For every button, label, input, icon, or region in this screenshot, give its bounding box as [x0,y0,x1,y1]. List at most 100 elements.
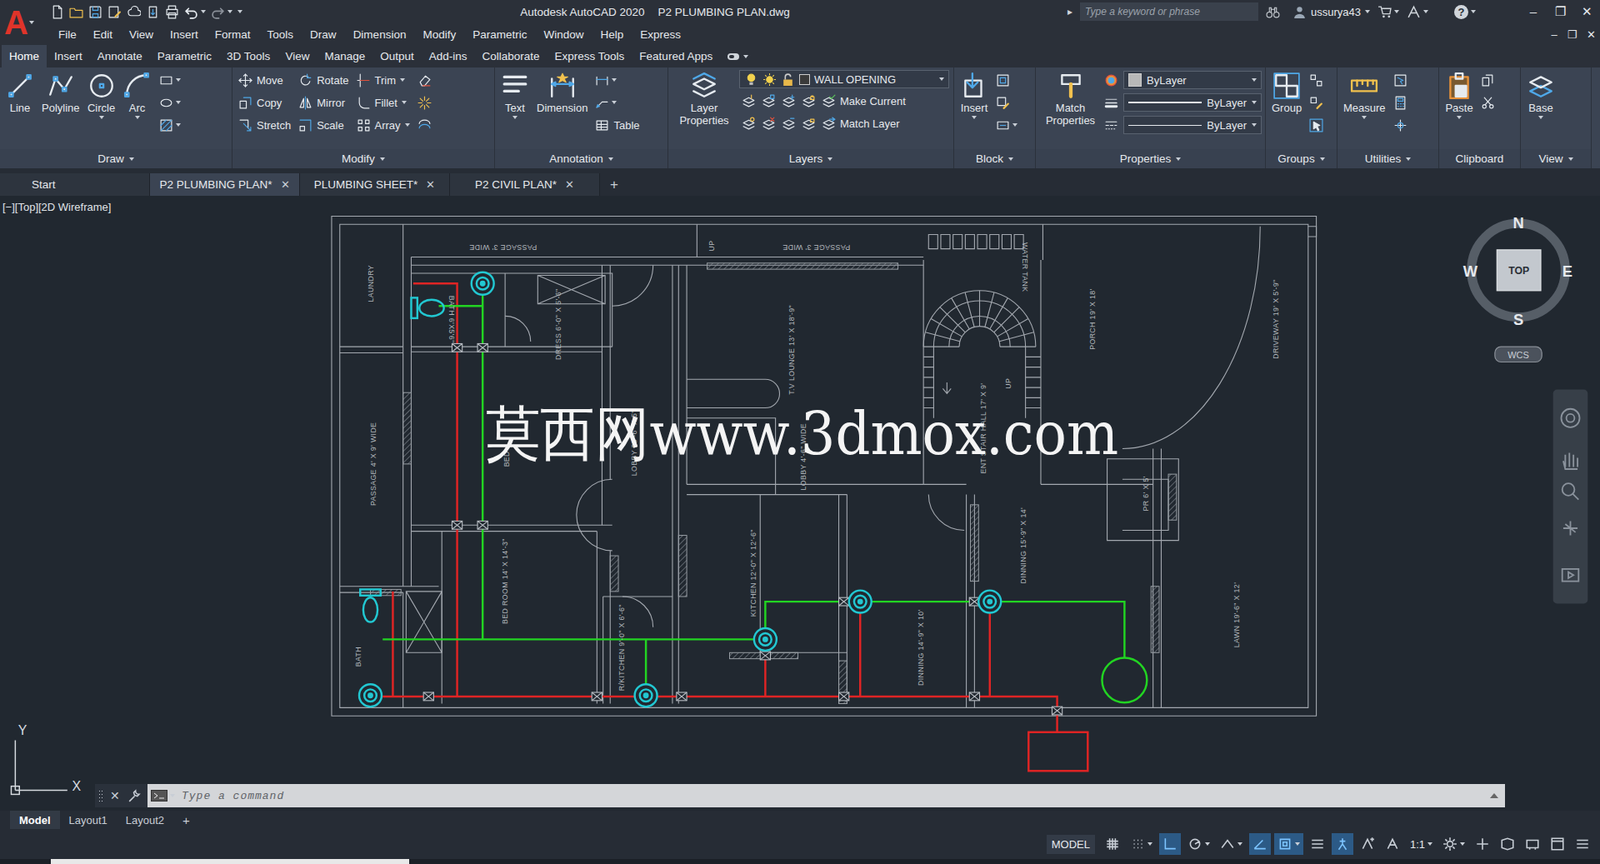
layout-tab[interactable]: Layout1 [60,810,117,830]
viewport-controls[interactable]: [−][Top][2D Wireframe] [2,200,111,214]
dropdown-caret[interactable] [611,100,617,105]
dropdown-caret[interactable] [99,115,105,120]
search-expand[interactable]: ▸ [1067,5,1073,18]
dropdown-caret[interactable] [1251,100,1257,105]
new-layout-button[interactable]: + [173,810,200,830]
ribbon-tool[interactable]: Copy [235,92,294,113]
navigation-bar[interactable] [1553,390,1589,605]
dropdown-caret[interactable] [512,115,518,120]
ribbon-icon-button[interactable] [1306,92,1326,113]
command-input[interactable]: Type a command [147,784,1505,808]
ribbon-button[interactable]: Paste [1442,70,1476,121]
quick-access-button[interactable] [107,5,122,20]
ribbon-button[interactable]: Match Properties [1039,70,1102,129]
window-control-button[interactable]: ❐ [1546,4,1574,20]
ribbon-icon-button[interactable] [739,113,759,134]
window-control-button[interactable]: – [1520,4,1547,20]
layer-dropdown[interactable]: WALL OPENING [739,70,950,89]
menu-item[interactable]: View [120,28,162,41]
ribbon-tab[interactable]: Home [1,45,47,68]
close-command-line-button[interactable]: ✕ [110,789,120,803]
ribbon-icon-button[interactable] [1478,92,1498,113]
ribbon-button[interactable]: Insert [957,70,991,121]
ribbon-tool[interactable]: Mirror [295,92,351,113]
document-control-button[interactable]: – [1545,28,1564,41]
status-tool[interactable] [1496,833,1519,855]
user-menu[interactable]: ussurya43 [1292,5,1370,20]
dropdown-caret[interactable] [29,20,35,25]
panel-title[interactable]: View [1520,149,1591,169]
dropdown-caret[interactable] [135,115,140,120]
dropdown-caret[interactable] [743,55,749,59]
ribbon-icon-button[interactable] [415,92,435,113]
ribbon-icon-button[interactable] [759,90,779,111]
ribbon-button[interactable]: Group [1269,70,1305,116]
ribbon-tool[interactable]: Make Current [819,90,909,111]
ribbon-tool[interactable]: Match Layer [819,113,903,134]
quick-access-button[interactable] [145,5,160,20]
dropdown-caret[interactable] [1538,115,1544,120]
ribbon-tool[interactable]: Scale [295,115,351,135]
dropdown-caret[interactable] [1394,10,1400,14]
dropdown-caret[interactable] [827,157,833,161]
ribbon-button[interactable]: Circle [85,70,119,121]
dropdown-caret[interactable] [175,78,181,82]
ribbon-icon-button[interactable] [1478,70,1498,90]
menu-item[interactable]: Parametric [464,28,535,41]
ribbon-button[interactable]: Base [1524,70,1558,121]
dropdown-caret[interactable] [1365,10,1370,14]
dropdown-caret[interactable] [971,115,977,120]
ribbon-icon-button[interactable] [759,113,779,134]
status-toggle[interactable] [1306,833,1329,855]
dropdown-caret[interactable] [1320,157,1325,161]
ribbon-tool[interactable]: Rotate [295,70,351,90]
annotation-scale[interactable]: 1:1 [1406,833,1436,855]
ribbon-tab[interactable]: Insert [46,45,90,68]
application-menu-button[interactable]: A [0,0,39,45]
dropdown-caret[interactable] [1423,10,1429,14]
ribbon-icon-button[interactable] [1390,115,1410,135]
dropdown-caret[interactable] [1251,78,1257,82]
file-tab[interactable]: PLUMBING SHEET* ✕ [300,173,450,196]
menu-item[interactable]: Draw [301,28,345,41]
ribbon-icon-button[interactable] [799,113,819,134]
panel-title[interactable]: Utilities [1337,149,1439,169]
dropdown-caret[interactable] [200,10,206,14]
ribbon-icon-button[interactable] [592,92,642,113]
dropdown-caret[interactable] [237,10,243,14]
ribbon-icon-button[interactable] [993,115,1020,135]
panel-title[interactable]: Modify [232,149,495,169]
panel-title[interactable]: Groups [1265,149,1337,169]
menu-item[interactable]: Window [535,28,592,41]
menu-item[interactable]: Help [591,28,632,41]
dropdown-caret[interactable] [1205,842,1210,846]
quick-access-button[interactable] [165,5,180,20]
dropdown-caret[interactable] [1295,842,1300,846]
dropdown-caret[interactable] [1147,842,1153,846]
ribbon-tool[interactable]: Table [592,115,642,135]
help-button[interactable]: ? [1454,5,1476,20]
layout-tab[interactable]: Layout2 [116,810,174,830]
lineweight-dropdown[interactable]: ByLayer [1123,93,1262,112]
model-space-button[interactable]: MODEL [1046,835,1095,855]
ribbon-tab[interactable]: Annotate [90,45,150,68]
dropdown-caret[interactable] [170,794,175,798]
ribbon-tab[interactable]: Output [372,45,422,68]
status-tool[interactable] [1439,833,1469,855]
dropdown-caret[interactable] [1470,10,1476,14]
dropdown-caret[interactable] [401,100,407,105]
ribbon-icon-button[interactable] [592,70,642,90]
ribbon-button[interactable]: Line [3,70,37,116]
ribbon-tool[interactable]: Stretch [235,115,294,135]
dropdown-caret[interactable] [175,100,181,105]
dropdown-caret[interactable] [129,157,135,161]
file-tab[interactable]: P2 CIVIL PLAN* ✕ [450,173,600,196]
dropdown-caret[interactable] [400,78,405,82]
ribbon-toggle[interactable] [726,45,749,68]
status-toggle[interactable] [1274,833,1304,855]
quick-access-button[interactable] [69,5,84,20]
close-tab-button[interactable]: ✕ [280,178,290,191]
ribbon-tab[interactable]: Manage [316,45,373,68]
dropdown-caret[interactable] [1568,157,1574,161]
ribbon-button[interactable]: Dimension [534,70,590,116]
